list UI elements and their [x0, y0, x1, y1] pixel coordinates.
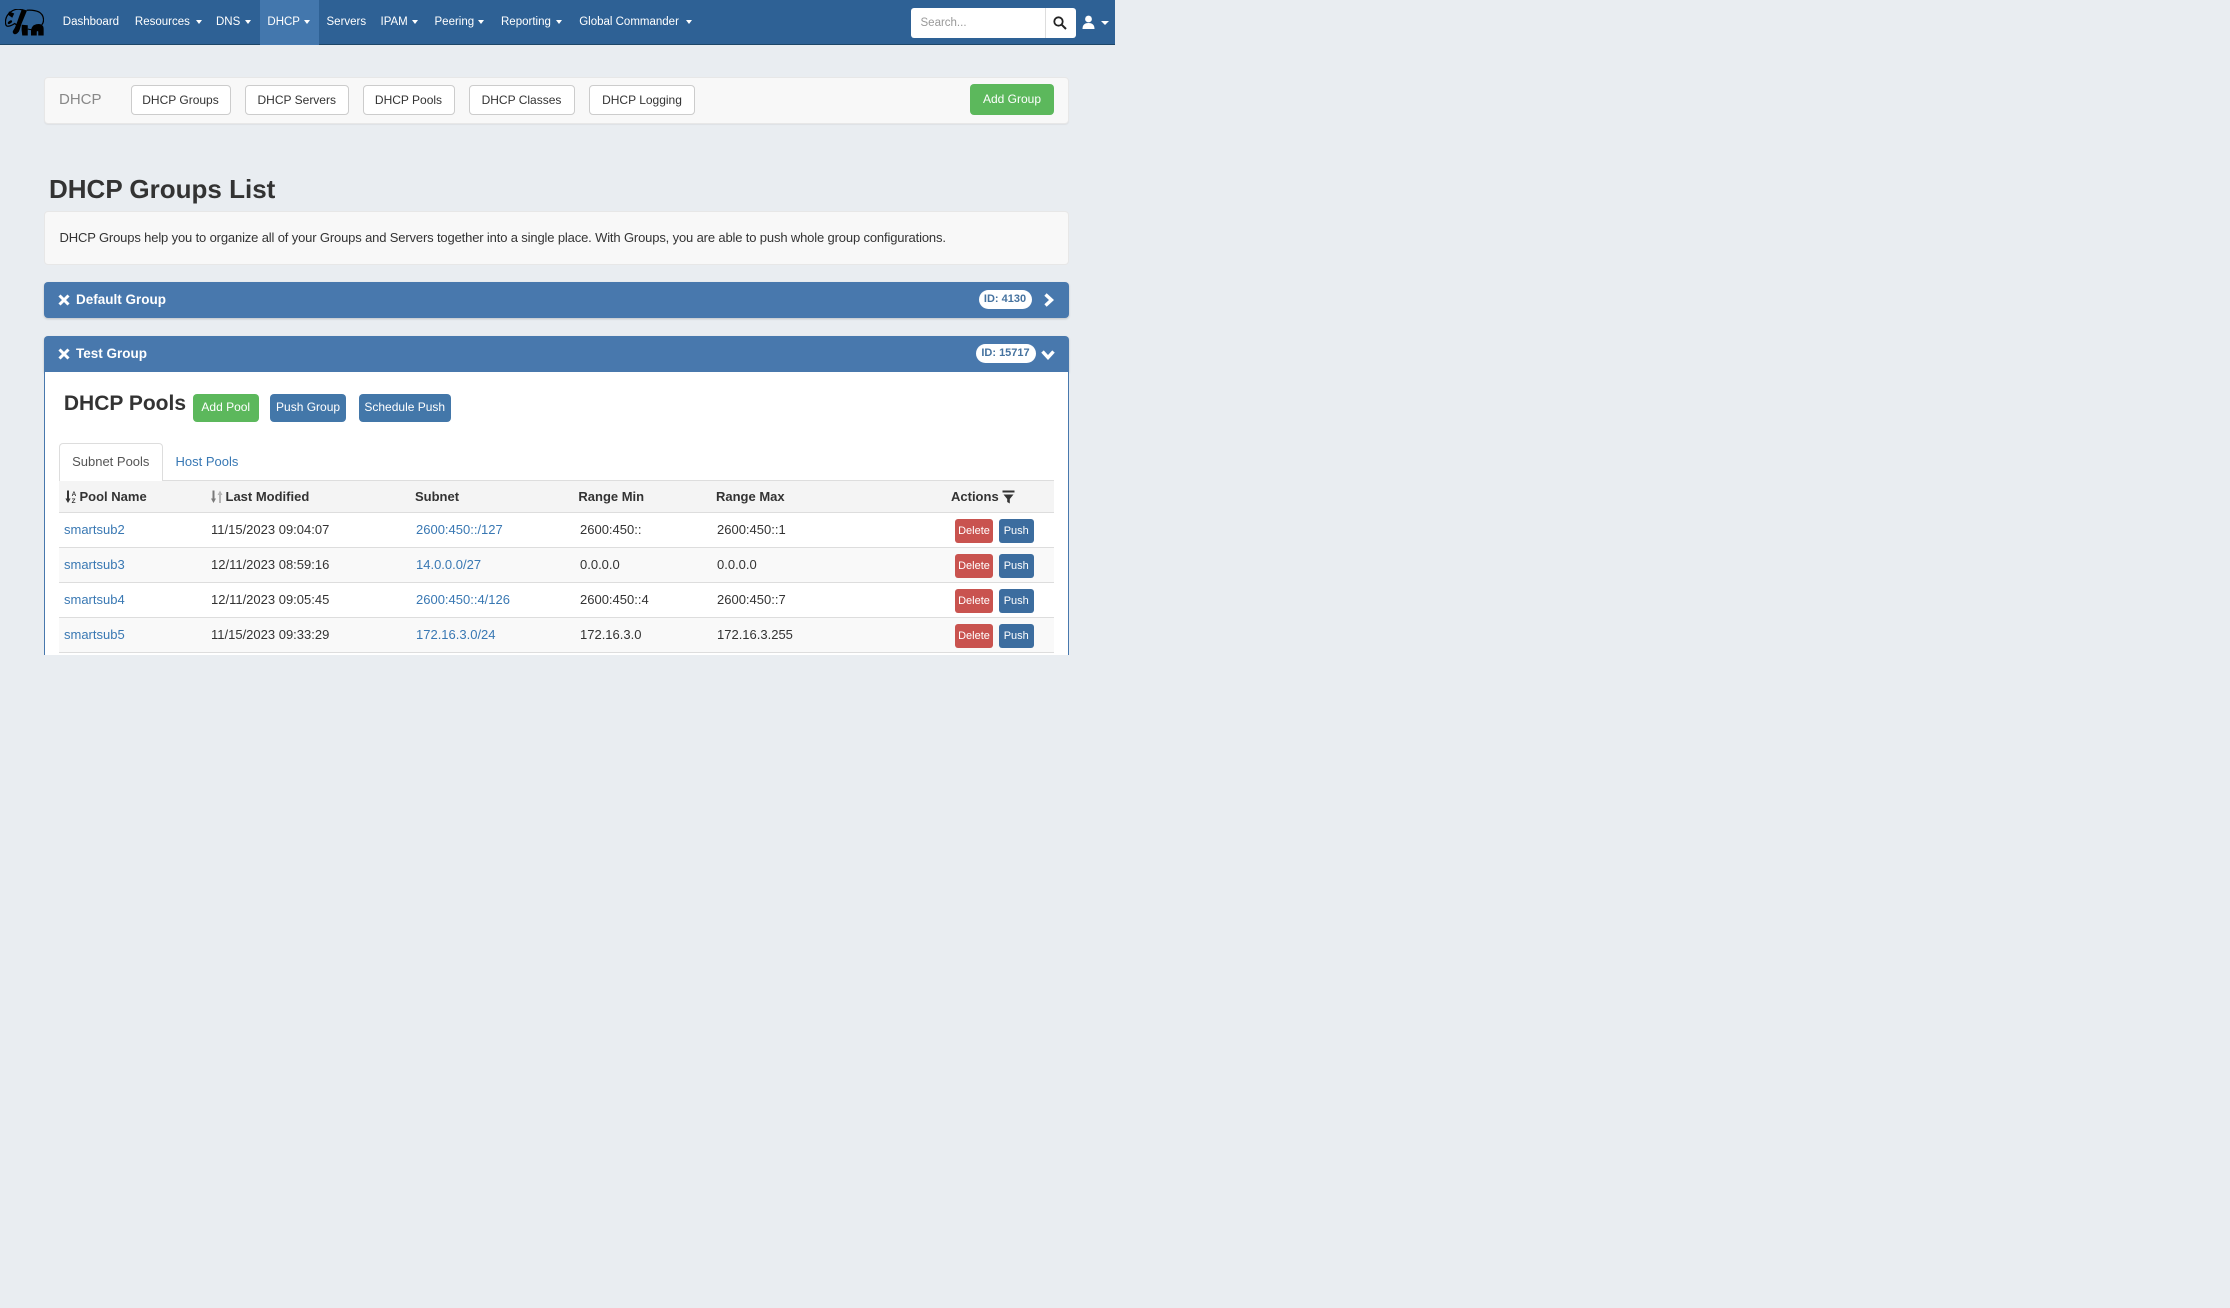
svg-text:Z: Z: [71, 498, 75, 504]
svg-text:A: A: [71, 490, 76, 497]
